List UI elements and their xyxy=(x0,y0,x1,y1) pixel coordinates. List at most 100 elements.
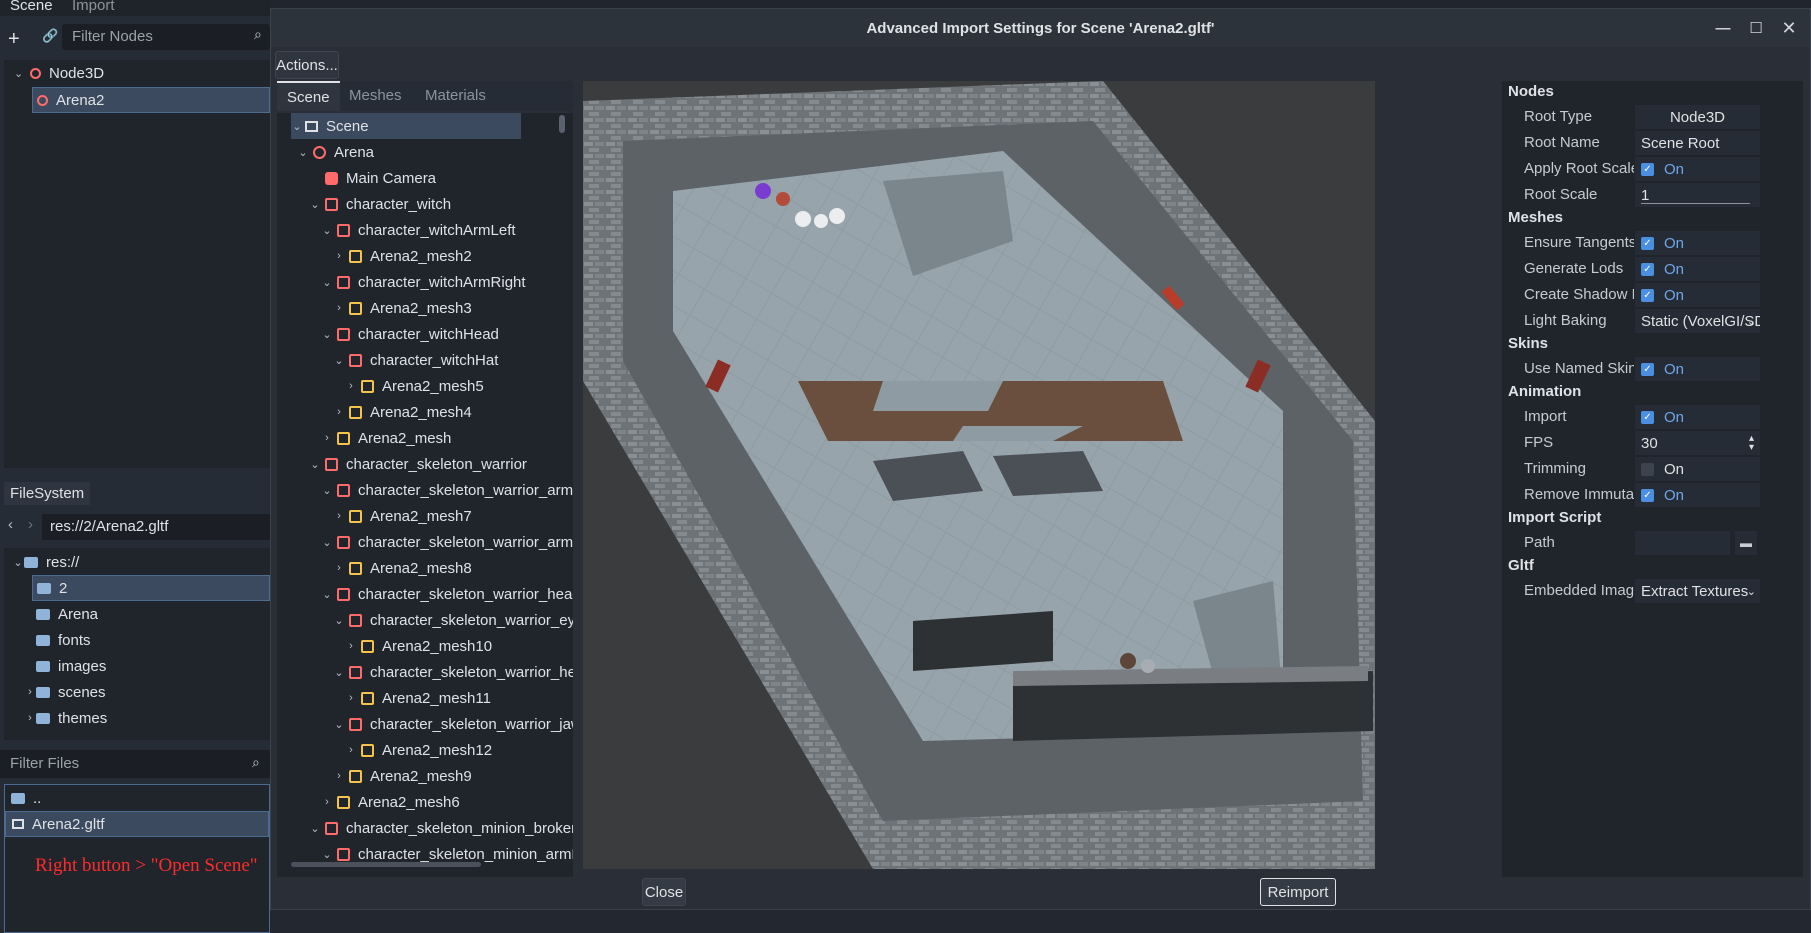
chevron-down-icon[interactable]: ⌄ xyxy=(333,354,345,367)
property-value[interactable]: ✓ On xyxy=(1635,405,1760,429)
back-icon[interactable]: ‹ xyxy=(8,516,13,533)
chevron-down-icon[interactable]: ⌄ xyxy=(297,146,309,159)
tree-item[interactable]: ⌄ character_skeleton_warrior_head xyxy=(321,581,573,607)
tree-item[interactable]: › Arena2_mesh3 xyxy=(333,295,472,321)
chevron-down-icon[interactable]: ⌄ xyxy=(309,198,321,211)
tree-item[interactable]: › Arena2_mesh10 xyxy=(345,633,492,659)
tree-item[interactable]: ⌄ character_skeleton_warrior_eye xyxy=(333,607,573,633)
checkbox-checked-icon[interactable]: ✓ xyxy=(1641,236,1654,250)
fs-item-images[interactable]: images xyxy=(4,653,270,679)
file-item-arena2-gltf[interactable]: Arena2.gltf xyxy=(5,811,269,837)
close-button[interactable]: Close xyxy=(642,878,686,906)
tree-item[interactable]: › Arena2_mesh8 xyxy=(333,555,472,581)
fs-item-scenes[interactable]: › scenes xyxy=(4,679,270,705)
property-value[interactable]: ✓ On xyxy=(1635,283,1760,307)
checkbox-checked-icon[interactable]: ✓ xyxy=(1641,288,1654,302)
tree-item[interactable]: ⌄ character_skeleton_minion_broken xyxy=(309,815,573,841)
chevron-down-icon[interactable]: ⌄ xyxy=(321,848,333,861)
chevron-right-icon[interactable]: › xyxy=(345,744,357,756)
fs-item-root[interactable]: ⌄ res:// xyxy=(4,549,270,575)
fs-item-arena[interactable]: Arena xyxy=(4,601,270,627)
tree-item[interactable]: ⌄ character_skeleton_warrior_jaw xyxy=(333,711,573,737)
tree-node-node3d[interactable]: ⌄ Node3D xyxy=(14,65,104,82)
chevron-right-icon[interactable]: › xyxy=(333,250,345,262)
checkbox-checked-icon[interactable]: ✓ xyxy=(1641,262,1654,276)
scrollbar-horizontal[interactable] xyxy=(291,862,481,867)
chevron-down-icon[interactable]: ⌄ xyxy=(309,822,321,835)
property-value[interactable] xyxy=(1635,531,1730,555)
tab-scene[interactable]: Scene xyxy=(277,81,340,111)
chevron-down-icon[interactable]: ⌄ xyxy=(321,588,333,601)
chevron-down-icon[interactable]: ⌄ xyxy=(321,484,333,497)
chevron-right-icon[interactable]: › xyxy=(345,380,357,392)
tree-item[interactable]: ⌄ Arena xyxy=(297,139,374,165)
property-value[interactable]: ✓ On xyxy=(1635,357,1760,381)
tree-item[interactable]: › Arena2_mesh9 xyxy=(333,763,472,789)
chevron-right-icon[interactable]: › xyxy=(333,510,345,522)
actions-menu-button[interactable]: Actions... xyxy=(275,51,339,79)
section-header[interactable]: Skins xyxy=(1508,335,1548,352)
property-value[interactable]: ✓ On xyxy=(1635,231,1760,255)
chevron-right-icon[interactable]: › xyxy=(333,406,345,418)
tree-item[interactable]: › Arena2_mesh7 xyxy=(333,503,472,529)
tree-item[interactable]: › Arena2_mesh xyxy=(321,425,451,451)
chevron-down-icon[interactable]: ⌄ xyxy=(309,458,321,471)
chevron-right-icon[interactable]: › xyxy=(345,692,357,704)
chevron-down-icon[interactable]: ⌄ xyxy=(333,718,345,731)
chevron-down-icon[interactable]: ⌄ xyxy=(333,614,345,627)
link-icon[interactable]: 🔗 xyxy=(42,28,58,44)
filter-nodes-input[interactable]: Filter Nodes ⌕ xyxy=(62,24,270,50)
chevron-right-icon[interactable]: › xyxy=(333,302,345,314)
tree-item[interactable]: ⌄ character_witchHead xyxy=(321,321,499,347)
property-value[interactable]: 1 xyxy=(1635,183,1760,207)
property-value[interactable]: ✓ On xyxy=(1635,257,1760,281)
tree-item[interactable]: › Arena2_mesh5 xyxy=(345,373,484,399)
chevron-right-icon[interactable]: › xyxy=(345,640,357,652)
filter-files-input[interactable]: Filter Files ⌕ xyxy=(0,750,270,778)
chevron-down-icon[interactable]: ⌄ xyxy=(321,224,333,237)
chevron-right-icon[interactable]: › xyxy=(333,562,345,574)
property-value[interactable]: Static (VoxelGI/SDF⌄ xyxy=(1635,309,1760,333)
checkbox-checked-icon[interactable]: ✓ xyxy=(1641,410,1654,424)
slider-track[interactable] xyxy=(1641,203,1750,204)
section-header[interactable]: Nodes xyxy=(1508,83,1554,100)
property-value[interactable]: ✓ On xyxy=(1635,157,1760,181)
scrollbar-vertical[interactable] xyxy=(559,115,565,133)
reimport-button[interactable]: Reimport xyxy=(1260,878,1336,906)
tree-item[interactable]: › Arena2_mesh2 xyxy=(333,243,472,269)
checkbox-checked-icon[interactable]: ✓ xyxy=(1641,162,1654,176)
chevron-right-icon[interactable]: › xyxy=(321,432,333,444)
property-value[interactable]: Extract Textures ⌄ xyxy=(1635,579,1760,603)
tree-node-arena2[interactable]: Arena2 xyxy=(32,87,270,113)
tree-item[interactable]: › Arena2_mesh12 xyxy=(345,737,492,763)
chevron-down-icon[interactable]: ⌄ xyxy=(321,328,333,341)
tree-item[interactable]: ⌄ character_skeleton_warrior_armL xyxy=(321,477,573,503)
tree-item[interactable]: › Arena2_mesh11 xyxy=(345,685,491,711)
close-icon[interactable]: ✕ xyxy=(1777,17,1801,39)
fs-item-2[interactable]: 2 xyxy=(32,575,270,601)
tree-item[interactable]: ⌄ character_witch xyxy=(309,191,451,217)
chevron-right-icon[interactable]: › xyxy=(321,796,333,808)
tab-materials[interactable]: Materials xyxy=(425,87,486,104)
tree-item[interactable]: ⌄ character_witchArmLeft xyxy=(321,217,515,243)
tree-item[interactable]: ⌄ character_skeleton_warrior_hel xyxy=(333,659,573,685)
section-header[interactable]: Import Script xyxy=(1508,509,1601,526)
chevron-down-icon[interactable]: ⌄ xyxy=(291,120,303,133)
section-header[interactable]: Animation xyxy=(1508,383,1581,400)
chevron-down-icon[interactable]: ⌄ xyxy=(321,536,333,549)
property-value[interactable]: Scene Root xyxy=(1635,131,1760,155)
minimize-icon[interactable]: — xyxy=(1711,17,1735,39)
tree-item[interactable]: Main Camera xyxy=(309,165,436,191)
chevron-down-icon[interactable]: ⌄ xyxy=(333,666,345,679)
tree-item[interactable]: ⌄ character_witchArmRight xyxy=(321,269,525,295)
path-field[interactable]: res://2/Arena2.gltf xyxy=(42,514,270,540)
fs-item-themes[interactable]: › themes xyxy=(4,705,270,731)
property-value[interactable]: 30 ▴ ▾ xyxy=(1635,431,1760,455)
property-value[interactable]: On xyxy=(1635,457,1760,481)
tree-item[interactable]: ⌄ character_skeleton_warrior xyxy=(309,451,527,477)
filesystem-tab[interactable]: FileSystem xyxy=(4,482,91,505)
file-item-parent[interactable]: .. xyxy=(5,785,269,811)
folder-icon[interactable]: ▬ xyxy=(1735,531,1757,555)
tab-scene[interactable]: Scene xyxy=(10,0,53,14)
checkbox-checked-icon[interactable]: ✓ xyxy=(1641,362,1654,376)
